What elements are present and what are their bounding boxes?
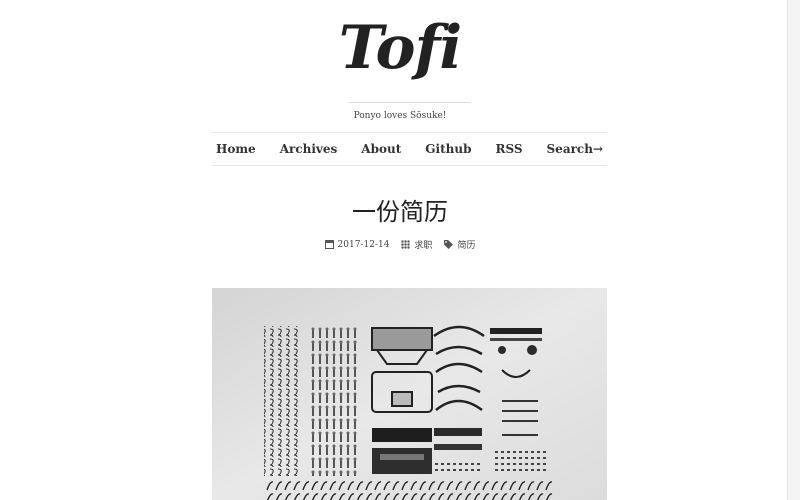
page: Tofi Ponyo loves Sōsuke! Home Archives A… <box>0 0 800 500</box>
post-meta: 2017-12-14 求职 简历 <box>0 238 800 251</box>
nav-home[interactable]: Home <box>204 142 268 156</box>
site-logo[interactable]: Tofi <box>0 8 800 88</box>
site-tagline: Ponyo loves Sōsuke! <box>353 111 447 121</box>
post-category-link[interactable]: 求职 <box>414 238 432 251</box>
nav-rss[interactable]: RSS <box>483 142 534 156</box>
post-title[interactable]: 一份简历 <box>0 196 800 228</box>
disassembled-typewriter-photo <box>212 288 607 500</box>
hero-image <box>212 288 607 500</box>
post-date: 2017-12-14 <box>337 239 390 250</box>
nav-archives[interactable]: Archives <box>268 142 350 156</box>
post-tag-link[interactable]: 简历 <box>457 238 475 251</box>
tag-icon <box>444 240 454 249</box>
nav-about[interactable]: About <box>349 142 413 156</box>
calendar-icon <box>324 240 334 249</box>
category-icon <box>401 240 411 249</box>
tagline-divider <box>349 102 471 103</box>
nav-search[interactable]: Search→ <box>535 142 615 156</box>
nav-github[interactable]: Github <box>413 142 483 156</box>
main-nav: Home Archives About Github RSS Search→ <box>212 132 607 166</box>
page-scrollbar[interactable] <box>787 0 800 500</box>
